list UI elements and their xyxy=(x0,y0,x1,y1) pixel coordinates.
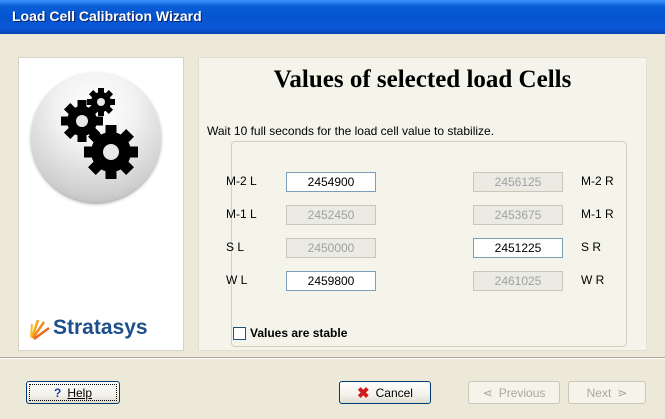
label-m2-left: M-2 L xyxy=(226,174,257,188)
next-button-label: Next xyxy=(586,385,612,400)
value-s-left: 2450000 xyxy=(286,238,376,258)
label-s-right: S R xyxy=(581,240,602,254)
gears-icon xyxy=(31,72,161,202)
wizard-window: Load Cell Calibration Wizard Stratasys V… xyxy=(0,0,665,419)
window-title: Load Cell Calibration Wizard xyxy=(12,8,202,24)
value-w-left[interactable]: 2459800 xyxy=(286,271,376,291)
title-bar[interactable]: Load Cell Calibration Wizard xyxy=(0,0,665,34)
branding-panel: Stratasys xyxy=(18,57,184,351)
values-stable-checkbox-row[interactable]: Values are stable xyxy=(233,326,347,340)
label-m1-right: M-1 R xyxy=(581,207,614,221)
cancel-x-icon: ✖ xyxy=(357,384,370,402)
instruction-text: Wait 10 full seconds for the load cell v… xyxy=(207,124,495,138)
previous-button: ⋖ Previous xyxy=(468,381,560,404)
cancel-button-label: Cancel xyxy=(375,385,413,400)
cancel-button[interactable]: ✖ Cancel xyxy=(339,381,431,404)
value-m2-right: 2456125 xyxy=(473,172,563,192)
stratasys-logo: Stratasys xyxy=(29,316,148,340)
label-s-left: S L xyxy=(226,240,245,254)
values-stable-label[interactable]: Values are stable xyxy=(250,326,347,340)
load-cell-group: M-2 L 2454900 M-1 L 2452450 S L 2450000 … xyxy=(226,141,627,347)
previous-arrow-icon: ⋖ xyxy=(482,385,493,400)
value-w-right: 2461025 xyxy=(473,271,563,291)
label-w-right: W R xyxy=(581,273,605,287)
previous-button-label: Previous xyxy=(498,385,546,400)
values-stable-checkbox[interactable] xyxy=(233,326,246,340)
help-button-label: Help xyxy=(67,385,93,400)
logo-text: Stratasys xyxy=(53,316,148,339)
next-arrow-icon: ⋗ xyxy=(617,385,628,400)
label-m2-right: M-2 R xyxy=(581,174,614,188)
value-m1-left: 2452450 xyxy=(286,205,376,225)
next-button: Next ⋗ xyxy=(568,381,646,404)
stratasys-burst-icon xyxy=(30,319,50,340)
label-m1-left: M-1 L xyxy=(226,207,257,221)
value-m1-right: 2453675 xyxy=(473,205,563,225)
label-w-left: W L xyxy=(226,273,248,287)
help-button[interactable]: ? Help xyxy=(26,381,120,404)
content-panel: Values of selected load Cells Wait 10 fu… xyxy=(198,57,647,351)
value-s-right[interactable]: 2451225 xyxy=(473,238,563,258)
footer-divider xyxy=(0,357,665,359)
help-icon: ? xyxy=(53,385,62,400)
value-m2-left[interactable]: 2454900 xyxy=(286,172,376,192)
page-heading: Values of selected load Cells xyxy=(273,66,572,93)
